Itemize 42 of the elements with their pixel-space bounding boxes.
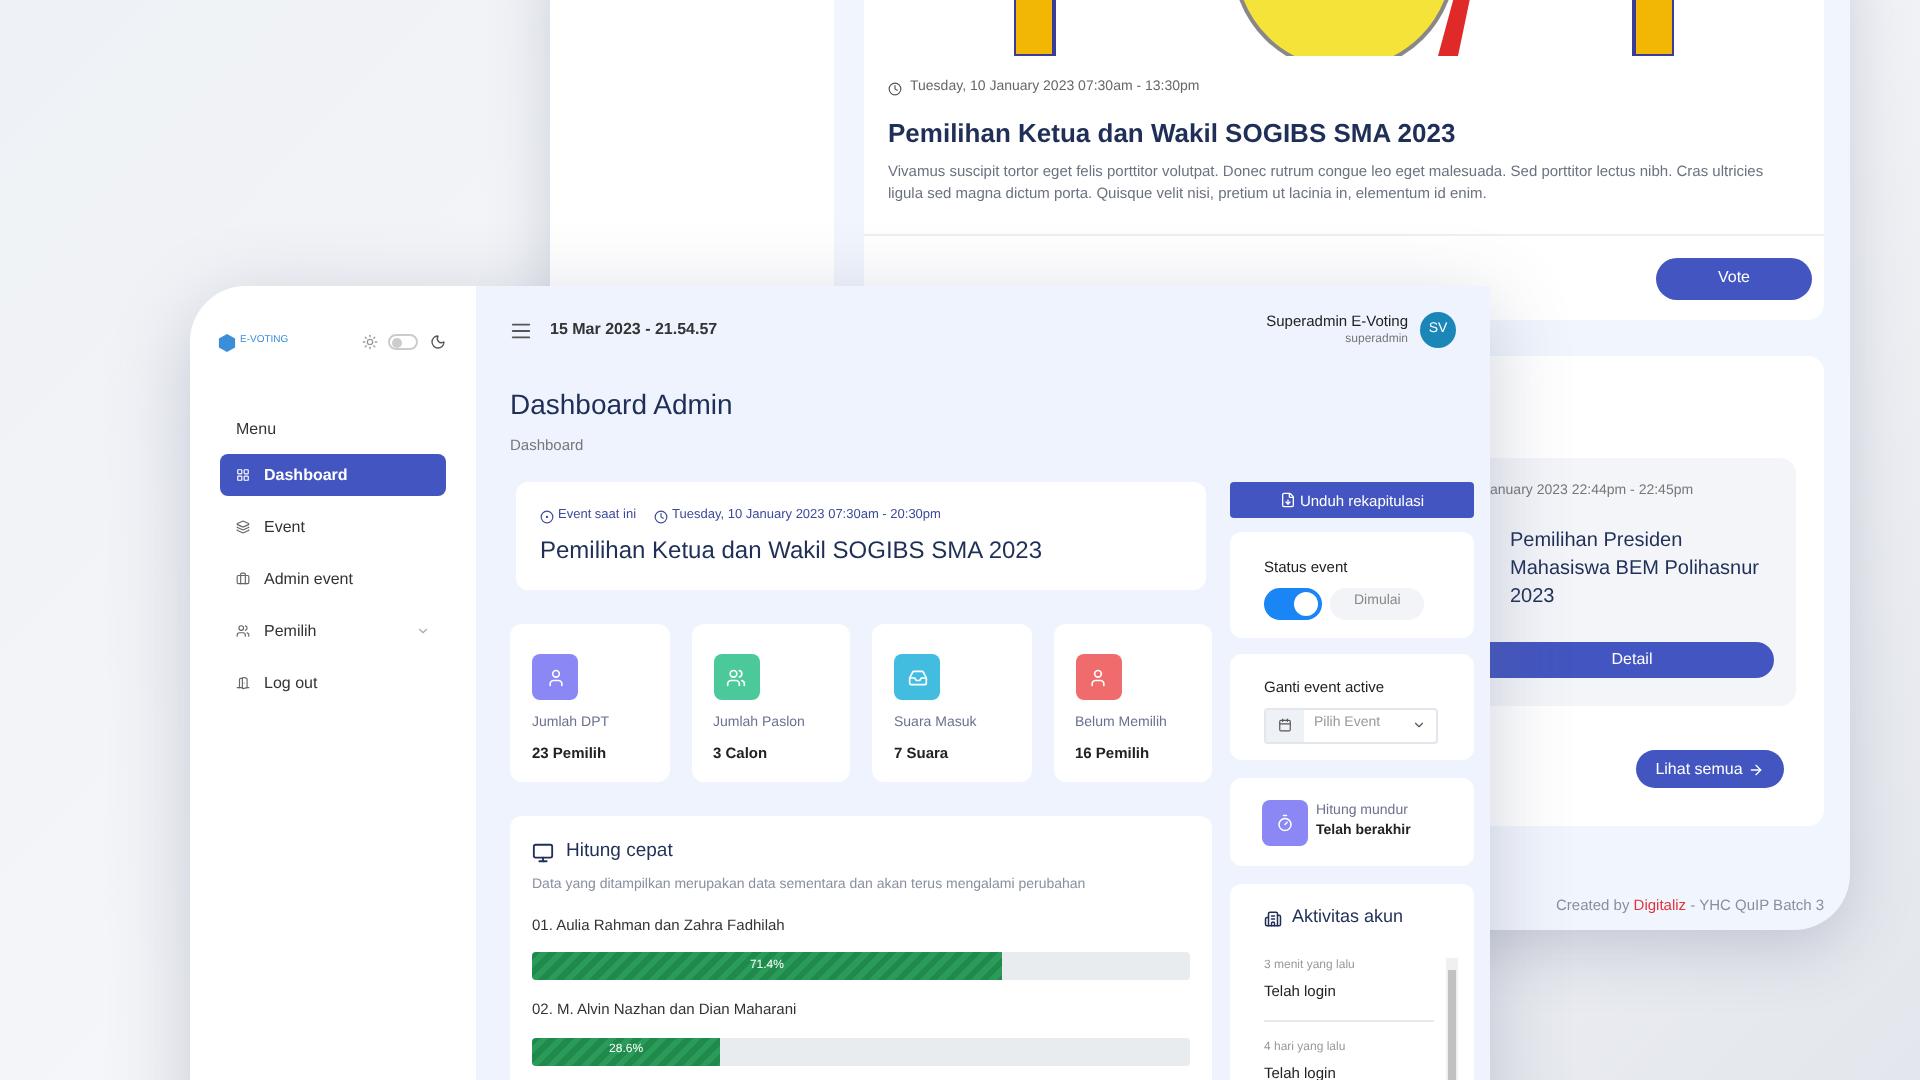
calendar-icon (1278, 718, 1292, 732)
page-title: Dashboard Admin (510, 386, 735, 424)
clock-icon (654, 509, 669, 524)
users-icon (236, 624, 250, 638)
logo-icon (218, 333, 236, 351)
inbox-icon (907, 667, 927, 688)
arrow-right-icon (1748, 761, 1765, 777)
moon-icon (430, 334, 446, 350)
user-icon (545, 667, 565, 688)
event-title: Pemilihan Ketua dan Wakil SOGIBS SMA 2023 (888, 115, 1458, 151)
activity-title: Aktivitas akun (1292, 904, 1404, 931)
clock-icon (888, 81, 902, 96)
sidebar-item[interactable]: Pemilih (220, 610, 446, 652)
theme-toggle[interactable] (388, 334, 418, 350)
detail-button[interactable]: Detail (1490, 642, 1774, 678)
user-icon (1088, 667, 1108, 688)
current-datetime: 15 Mar 2023 - 21.54.57 (550, 318, 718, 342)
scroll-bar (1446, 957, 1458, 1080)
quick-count-title: Hitung cepat (566, 838, 673, 867)
status-toggle[interactable] (1264, 587, 1322, 619)
file-download-icon (1279, 492, 1296, 509)
vote-button[interactable]: Vote (1656, 257, 1812, 299)
menu-heading: Menu (234, 418, 279, 442)
upcoming-event-title: Pemilihan Presiden Mahasiswa BEM Polihasnur 2023 (1508, 527, 1761, 611)
grid-icon (236, 468, 250, 482)
sidebar-item[interactable]: Event (220, 506, 446, 548)
sidebar-item[interactable]: Dashboard (220, 454, 446, 496)
briefcase-icon (236, 572, 250, 586)
monitor-icon (532, 841, 554, 864)
door-icon (236, 676, 250, 690)
event-title: Pemilihan Ketua dan Wakil SOGIBS SMA 2023 (540, 534, 1045, 568)
sidebar-item[interactable]: Admin event (220, 558, 446, 600)
target-icon (540, 509, 554, 524)
users-icon (726, 667, 746, 688)
layers-icon (236, 520, 250, 534)
stopwatch-icon (1276, 813, 1294, 832)
building-icon (1264, 909, 1282, 927)
chevron-down-icon (1412, 718, 1426, 732)
see-all-button[interactable]: Lihat semua (1636, 750, 1784, 788)
sun-icon (362, 334, 378, 350)
menu-icon[interactable] (510, 319, 532, 341)
sidebar-item[interactable]: Log out (220, 662, 446, 704)
